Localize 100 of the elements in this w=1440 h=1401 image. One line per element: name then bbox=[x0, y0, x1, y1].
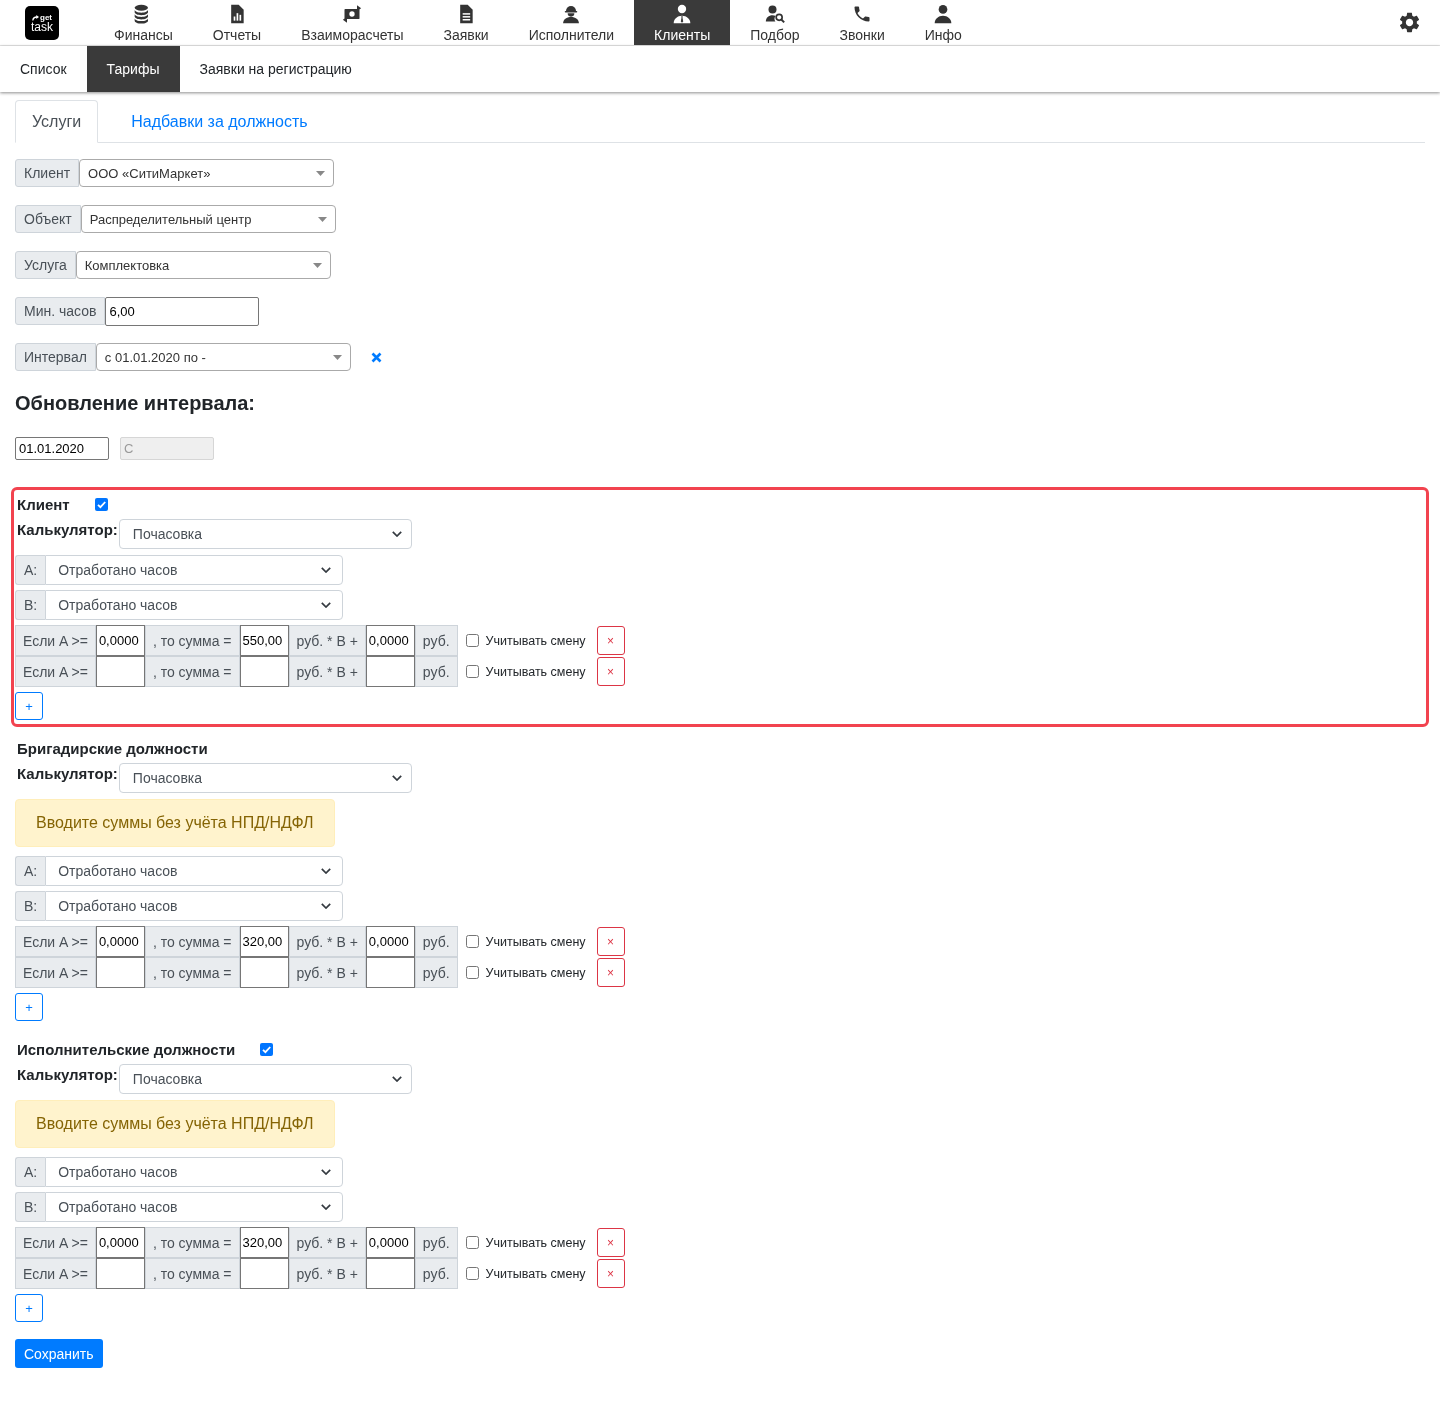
nav-tab[interactable]: Отчеты bbox=[192, 0, 282, 45]
select-field[interactable]: ООО «СитиМаркет» bbox=[79, 159, 335, 187]
nav-tab[interactable]: Исполнители bbox=[508, 0, 635, 45]
checkbox[interactable] bbox=[465, 966, 479, 979]
settings-icon[interactable] bbox=[1399, 12, 1420, 33]
chevron-down-icon bbox=[321, 1204, 331, 1210]
calculator-select[interactable]: Почасовка bbox=[118, 1064, 412, 1094]
input-field[interactable] bbox=[365, 656, 415, 687]
input-field[interactable] bbox=[95, 656, 145, 687]
checkbox[interactable] bbox=[465, 665, 479, 678]
select-field[interactable]: с 01.01.2020 по - bbox=[95, 343, 351, 371]
tab[interactable]: Услуги bbox=[15, 100, 99, 143]
input-field[interactable] bbox=[95, 1258, 145, 1289]
input-field[interactable] bbox=[239, 1258, 289, 1289]
condition-label: , то сумма = bbox=[144, 1258, 240, 1289]
remove-button[interactable]: × bbox=[596, 927, 625, 956]
unit-label: руб. bbox=[414, 1258, 458, 1289]
input-field[interactable]: 550,00 bbox=[239, 625, 289, 656]
variable-select[interactable]: Отработано часов bbox=[45, 1192, 343, 1222]
condition-label: Если A >= bbox=[15, 656, 96, 687]
add-button[interactable]: + bbox=[15, 1294, 43, 1322]
add-button[interactable]: + bbox=[15, 993, 43, 1021]
nav-tab[interactable]: Подбор bbox=[730, 0, 820, 45]
input-field[interactable] bbox=[239, 957, 289, 988]
unit-label: руб. * B + bbox=[288, 625, 366, 656]
input-field[interactable]: 0,0000 bbox=[95, 1227, 145, 1258]
input-field[interactable]: 0,0000 bbox=[365, 1227, 415, 1258]
select-field[interactable]: Распределительный центр bbox=[80, 205, 336, 233]
caret-icon bbox=[332, 354, 342, 360]
input-field[interactable]: 320,00 bbox=[239, 1227, 289, 1258]
variable-label: A: bbox=[15, 1157, 46, 1187]
input-field[interactable]: 320,00 bbox=[239, 926, 289, 957]
input-field[interactable] bbox=[365, 1258, 415, 1289]
input-field[interactable]: 0,0000 bbox=[365, 625, 415, 656]
chevron-down-icon bbox=[321, 1169, 331, 1175]
input-field[interactable] bbox=[95, 957, 145, 988]
calculator-select[interactable]: Почасовка bbox=[118, 519, 412, 549]
remove-button[interactable]: × bbox=[596, 657, 625, 686]
calculator-select[interactable]: Почасовка bbox=[118, 763, 412, 793]
checkbox[interactable] bbox=[260, 1042, 274, 1056]
checkbox[interactable] bbox=[465, 1236, 479, 1249]
clear-icon[interactable] bbox=[370, 351, 382, 363]
section-title: Бригадирские должности bbox=[16, 739, 208, 757]
field-label: Мин. часов bbox=[15, 297, 106, 325]
notice-alert: Вводите суммы без учёта НПД/НДФЛ bbox=[15, 1100, 335, 1148]
calculator-label: Калькулятор: bbox=[16, 764, 119, 784]
unit-label: руб. bbox=[414, 926, 458, 957]
checkbox[interactable] bbox=[94, 497, 108, 511]
logo-text: get bbox=[40, 13, 52, 22]
nav-tab[interactable]: Клиенты bbox=[634, 0, 731, 45]
date-input[interactable]: 01.01.2020 bbox=[15, 437, 109, 460]
input-field[interactable]: 0,0000 bbox=[365, 926, 415, 957]
condition-label: Если A >= bbox=[15, 926, 96, 957]
nav-tab[interactable]: Взаиморасчеты bbox=[281, 0, 424, 45]
variable-label: B: bbox=[15, 590, 46, 620]
add-button[interactable]: + bbox=[15, 692, 43, 720]
calculator-label: Калькулятор: bbox=[16, 520, 119, 540]
variable-select[interactable]: Отработано часов bbox=[45, 1157, 343, 1187]
nav-tab[interactable]: Звонки bbox=[819, 0, 905, 45]
section-heading: Обновление интервала: bbox=[15, 391, 256, 416]
save-button[interactable]: Сохранить bbox=[15, 1339, 103, 1368]
input-field[interactable]: 6,00 bbox=[105, 296, 260, 326]
logo-tile[interactable]: get task bbox=[25, 6, 59, 40]
variable-select[interactable]: Отработано часов bbox=[45, 555, 343, 585]
condition-label: , то сумма = bbox=[144, 926, 240, 957]
tab[interactable]: Надбавки за должность bbox=[114, 100, 325, 143]
input-field[interactable] bbox=[239, 656, 289, 687]
input-field[interactable]: 0,0000 bbox=[95, 625, 145, 656]
chevron-down-icon bbox=[391, 775, 402, 781]
remove-button[interactable]: × bbox=[596, 1259, 625, 1288]
checkbox[interactable] bbox=[465, 1267, 479, 1280]
checkbox[interactable] bbox=[465, 634, 479, 647]
subnav-tab[interactable]: Список bbox=[0, 46, 87, 92]
condition-label: Если A >= bbox=[15, 625, 96, 656]
unit-label: руб. * B + bbox=[288, 926, 366, 957]
variable-select[interactable]: Отработано часов bbox=[45, 590, 343, 620]
remove-button[interactable]: × bbox=[596, 626, 625, 655]
variable-select[interactable]: Отработано часов bbox=[45, 891, 343, 921]
checkbox-label: Учитывать смену bbox=[485, 664, 586, 679]
remove-button[interactable]: × bbox=[596, 958, 625, 987]
chevron-down-icon bbox=[321, 567, 331, 573]
nav-tab[interactable]: Финансы bbox=[94, 0, 193, 45]
select-field[interactable]: Комплектовка bbox=[75, 251, 331, 279]
nav-tab[interactable]: Инфо bbox=[904, 0, 982, 45]
checkbox-label: Учитывать смену bbox=[485, 1235, 586, 1250]
remove-button[interactable]: × bbox=[596, 1228, 625, 1257]
input-field[interactable]: 0,0000 bbox=[95, 926, 145, 957]
tie-person-icon bbox=[672, 4, 693, 24]
condition-label: Если A >= bbox=[15, 1227, 96, 1258]
subnav-tab[interactable]: Тарифы bbox=[86, 46, 180, 92]
checkbox[interactable] bbox=[465, 935, 479, 948]
subnav-tab[interactable]: Заявки на регистрацию bbox=[179, 46, 372, 92]
input-field[interactable] bbox=[365, 957, 415, 988]
chevron-down-icon bbox=[321, 868, 331, 874]
arrow-icon bbox=[32, 14, 39, 21]
condition-label: Если A >= bbox=[15, 957, 96, 988]
nav-tab[interactable]: Заявки bbox=[423, 0, 509, 45]
section-title: Исполнительские должности bbox=[16, 1040, 236, 1058]
variable-label: A: bbox=[15, 555, 46, 585]
variable-select[interactable]: Отработано часов bbox=[45, 856, 343, 886]
